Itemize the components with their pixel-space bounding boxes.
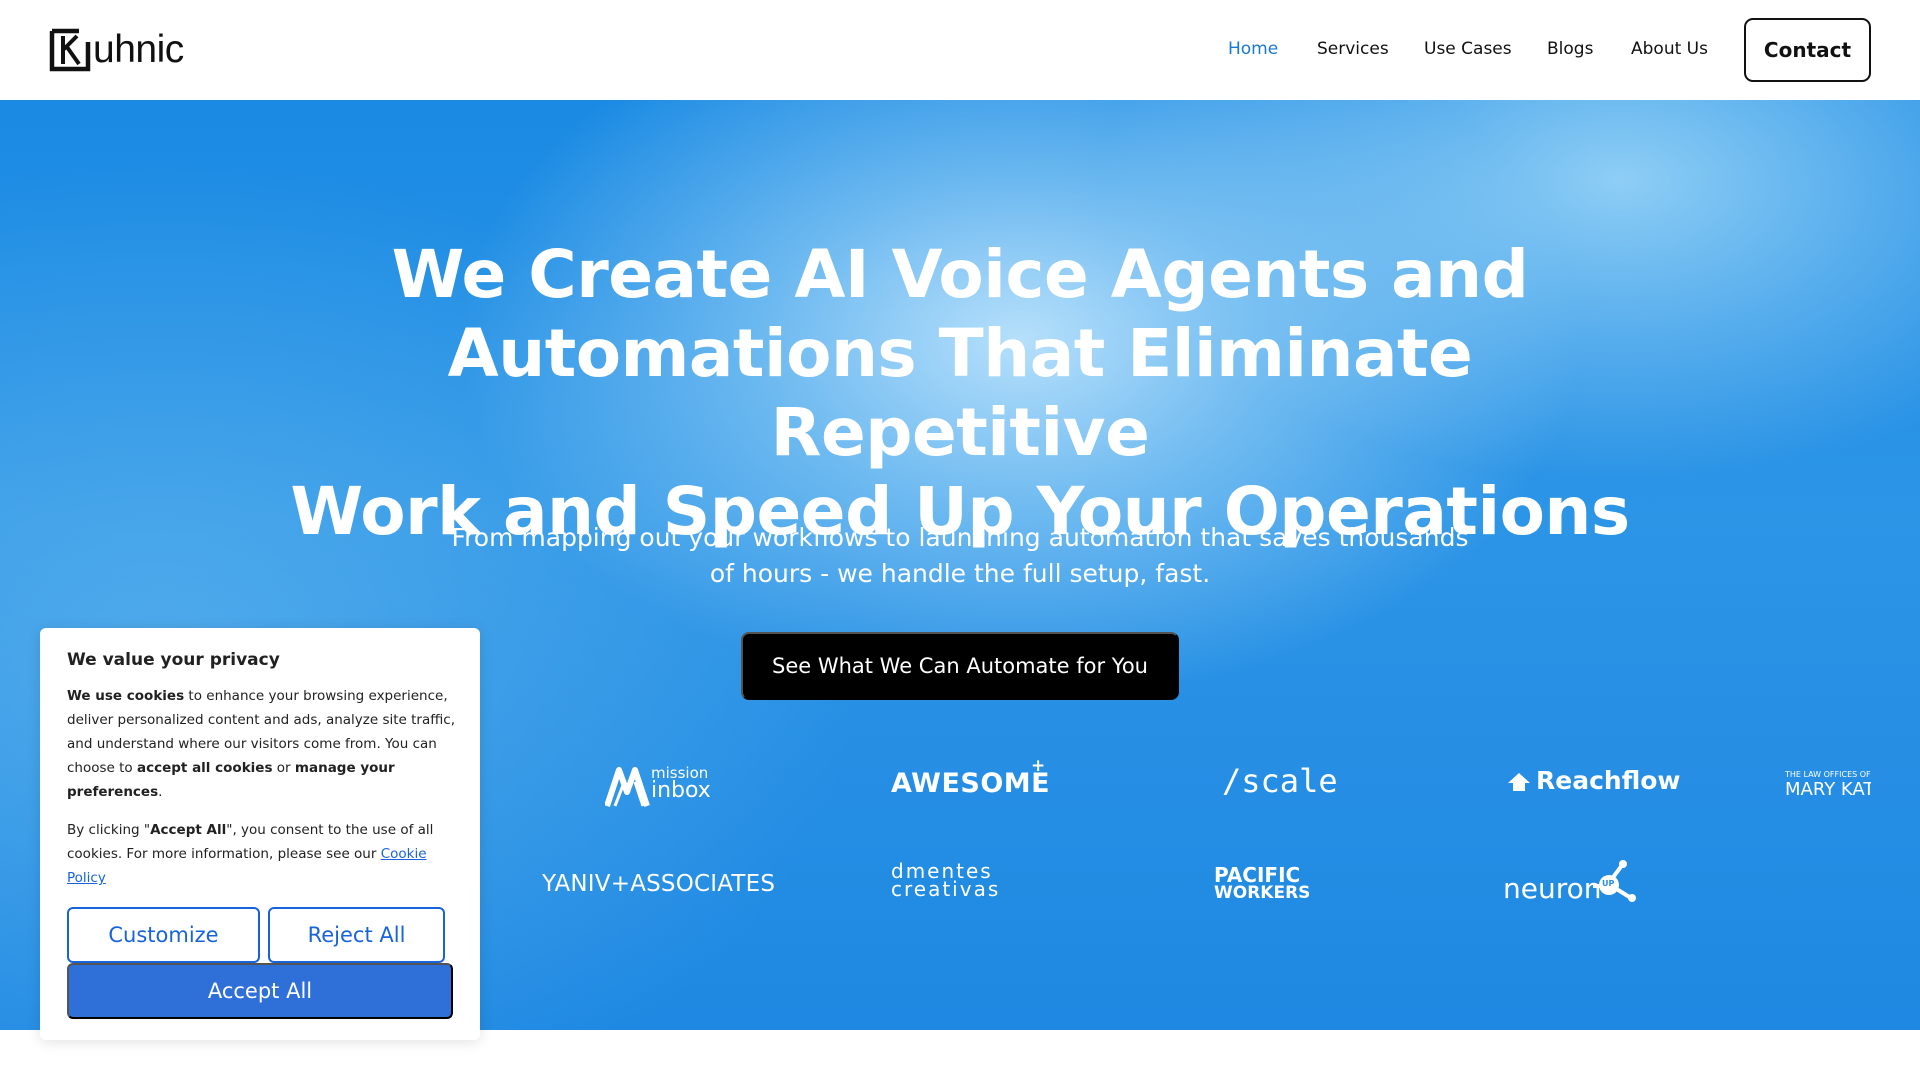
hero-title-line: We Create AI Voice Agents and xyxy=(391,236,1529,313)
main-navigation: Home Services Use Cases Blogs About Us xyxy=(0,0,1920,100)
pacific-line-1: PACIFIC xyxy=(1214,863,1301,887)
cookie-text: . xyxy=(158,784,163,800)
cookie-text: accept all cookies xyxy=(136,760,273,776)
cookie-text: By clicking " xyxy=(67,822,151,838)
contact-button[interactable]: Contact xyxy=(1744,18,1871,82)
reachflow-wordmark: Reachflow xyxy=(1536,766,1681,795)
nav-blogs[interactable]: Blogs xyxy=(1547,39,1593,59)
hero-subtitle-line: From mapping out your workflows to launc… xyxy=(451,523,1469,552)
brand-logo-mary-kati: THE LAW OFFICES OF MARY KATI xyxy=(1785,770,1871,800)
pacific-line-2: WORKERS xyxy=(1214,883,1311,903)
hero-title-line: Automations That Eliminate Repetitive xyxy=(447,315,1473,471)
nav-about-us[interactable]: About Us xyxy=(1631,39,1708,59)
brand-logo-pacific-workers: PACIFIC WORKERS xyxy=(1214,863,1311,903)
cookie-consent-banner: We value your privacy We use cookies to … xyxy=(40,628,480,1040)
nav-services[interactable]: Services xyxy=(1317,39,1389,59)
brand-logo-awesome: AWESOME + xyxy=(891,756,1051,799)
hero-subtitle: From mapping out your workflows to launc… xyxy=(400,520,1520,592)
mission-inbox-mark-icon xyxy=(605,767,650,807)
hero-title: We Create AI Voice Agents and Automation… xyxy=(260,235,1660,551)
awesome-plus: + xyxy=(1031,756,1046,776)
mary-kati-big: MARY KATI xyxy=(1785,779,1871,800)
neuron-badge: UP xyxy=(1602,879,1615,888)
hero-subtitle-line: of hours - we handle the full setup, fas… xyxy=(709,559,1211,588)
site-header: uhnic Home Services Use Cases Blogs Abou… xyxy=(0,0,1920,100)
brand-logo-reachflow: Reachflow xyxy=(1507,766,1681,795)
cookie-description: We use cookies to enhance your browsing … xyxy=(67,684,459,804)
brand-logo-yaniv-associates: YANIV+ASSOCIATES xyxy=(542,871,776,897)
cookie-text: We use cookies xyxy=(67,688,185,704)
brand-logo-scale: /scale xyxy=(1222,762,1338,800)
brand-logo-mission-inbox: mission inbox xyxy=(605,760,715,810)
cookie-title: We value your privacy xyxy=(67,650,280,670)
customize-button[interactable]: Customize xyxy=(67,907,260,963)
nav-use-cases[interactable]: Use Cases xyxy=(1424,39,1512,59)
brand-logo-dmentes-creativas: dmentes creativas xyxy=(891,861,1001,901)
cookie-consent-note: By clicking "Accept All", you consent to… xyxy=(67,818,459,890)
cookie-text: Accept All xyxy=(150,822,227,838)
brand-logo-neuron-up: neuron UP xyxy=(1503,860,1643,905)
dmentes-line-2: creativas xyxy=(891,877,1001,901)
awesome-wordmark: AWESOME xyxy=(891,768,1051,799)
automate-cta-button[interactable]: See What We Can Automate for You xyxy=(741,632,1179,700)
cookie-text: or xyxy=(272,760,295,776)
mission-inbox-big: inbox xyxy=(651,778,711,803)
reject-all-button[interactable]: Reject All xyxy=(268,907,445,963)
nav-home[interactable]: Home xyxy=(1228,39,1278,59)
house-arrow-icon xyxy=(1508,773,1530,791)
accept-all-button[interactable]: Accept All xyxy=(67,963,453,1019)
